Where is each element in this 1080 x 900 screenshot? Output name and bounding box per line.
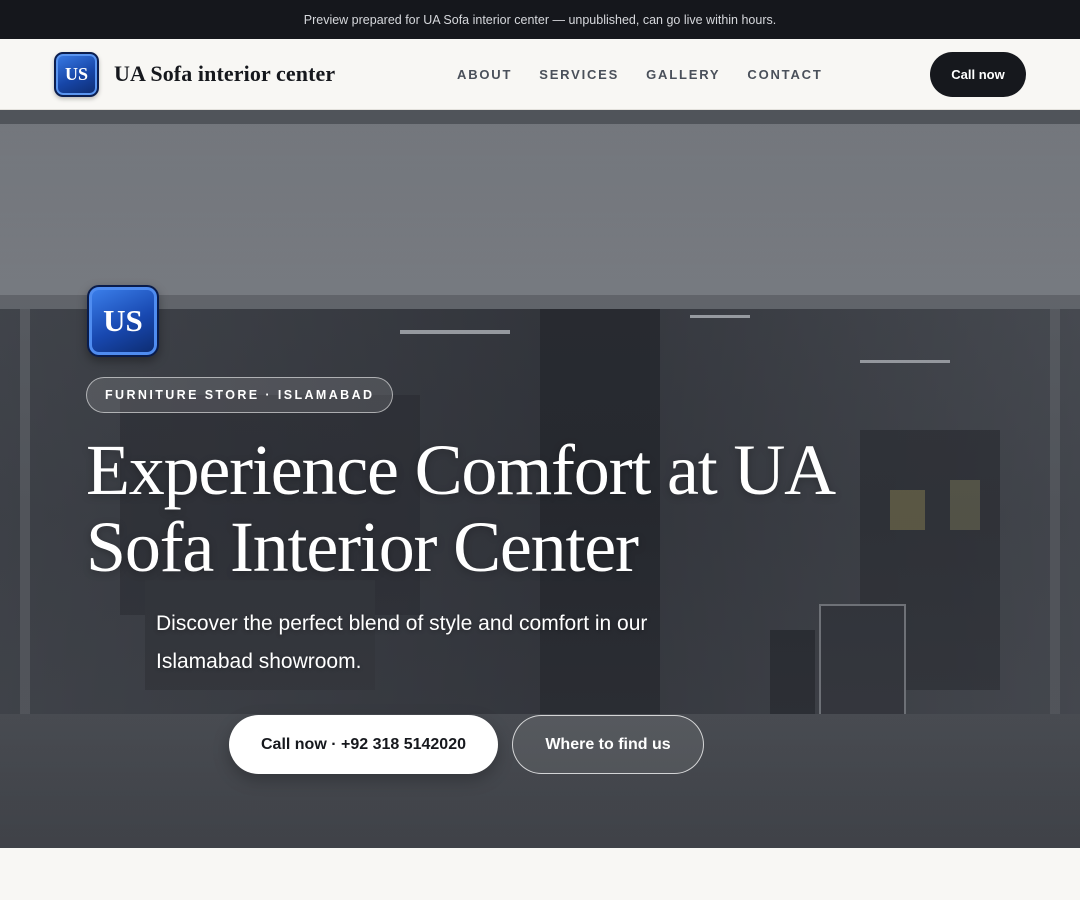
nav-gallery[interactable]: GALLERY [646, 67, 720, 82]
call-phone-button[interactable]: Call now · +92 318 5142020 [229, 715, 498, 774]
hero-subtitle: Discover the perfect blend of style and … [156, 612, 648, 673]
where-to-find-us-button[interactable]: Where to find us [512, 715, 704, 774]
hero-section: US FURNITURE STORE · ISLAMABAD Experienc… [0, 110, 1080, 848]
nav-about[interactable]: ABOUT [457, 67, 512, 82]
hero-logo-text: US [103, 303, 143, 338]
nav-services[interactable]: SERVICES [539, 67, 619, 82]
category-badge: FURNITURE STORE · ISLAMABAD [86, 377, 394, 413]
site-header: US UA Sofa interior center ABOUT SERVICE… [0, 39, 1080, 110]
nav-contact[interactable]: CONTACT [747, 67, 822, 82]
hero-title: Experience Comfort at UA Sofa Interior C… [86, 430, 832, 587]
hero-logo: US [87, 285, 159, 357]
preview-banner: Preview prepared for UA Sofa interior ce… [0, 0, 1080, 39]
brand-name[interactable]: UA Sofa interior center [114, 61, 335, 87]
brand-logo[interactable]: US [54, 51, 99, 97]
preview-banner-text: Preview prepared for UA Sofa interior ce… [303, 12, 777, 27]
main-nav: ABOUT SERVICES GALLERY CONTACT [457, 39, 823, 110]
brand-logo-text: US [64, 63, 88, 84]
call-now-button[interactable]: Call now [930, 52, 1026, 97]
